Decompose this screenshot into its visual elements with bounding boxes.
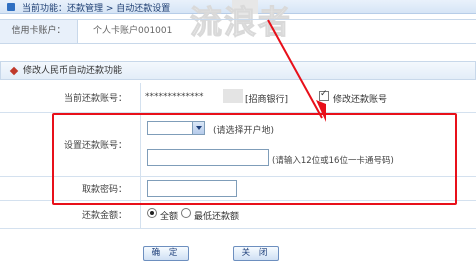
annotation-arrow-icon xyxy=(267,19,326,122)
